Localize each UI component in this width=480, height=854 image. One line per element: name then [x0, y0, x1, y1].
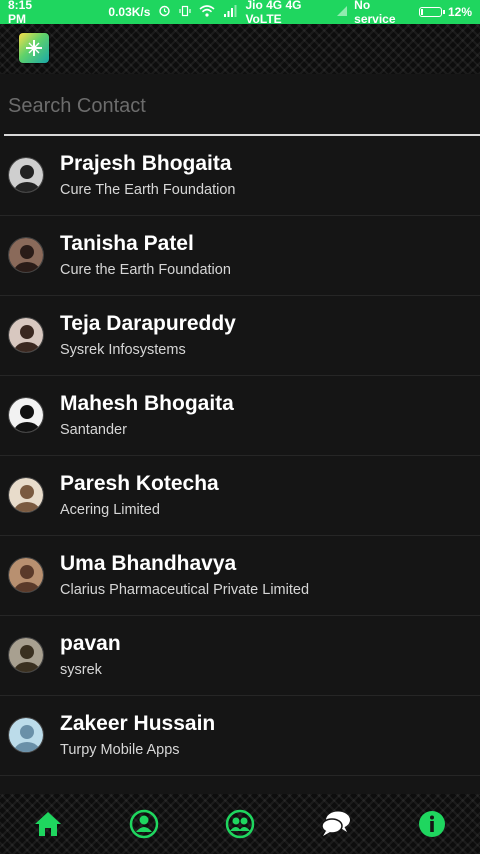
contact-company: Sysrek Infosystems — [60, 342, 186, 358]
contact-company: sysrek — [60, 662, 102, 678]
contact-name: Uma Bhandhavya — [60, 552, 237, 575]
contact-item[interactable]: Teja Darapureddy Sysrek Infosystems — [0, 296, 480, 376]
chat-icon — [321, 811, 350, 836]
contact-item[interactable]: Prajesh Bhogaita Cure The Earth Foundati… — [0, 136, 480, 216]
contact-icon — [129, 809, 159, 839]
avatar — [8, 477, 44, 513]
contact-name: Prajesh Bhogaita — [60, 152, 232, 175]
contact-name: Teja Darapureddy — [60, 312, 236, 335]
avatar — [8, 157, 44, 193]
avatar — [8, 717, 44, 753]
no-signal-icon — [336, 5, 348, 20]
contact-name: Tanisha Patel — [60, 232, 194, 255]
status-speed: 0.03K/s — [108, 5, 151, 19]
search-input[interactable] — [4, 86, 474, 126]
bottom-nav — [0, 794, 480, 854]
avatar — [8, 397, 44, 433]
nav-home[interactable] — [0, 794, 96, 854]
alarm-icon — [158, 4, 171, 20]
contact-item[interactable]: Uma Bhandhavya Clarius Pharmaceutical Pr… — [0, 536, 480, 616]
contact-company: Cure the Earth Foundation — [60, 262, 231, 278]
status-bar: 8:15 PM 0.03K/s Jio 4G 4G VoLTE No servi… — [0, 0, 480, 26]
contact-list: Prajesh Bhogaita Cure The Earth Foundati… — [0, 136, 480, 794]
search-bar — [0, 74, 480, 136]
nav-info[interactable] — [384, 794, 480, 854]
contact-company: Turpy Mobile Apps — [60, 742, 180, 758]
nav-contacts[interactable] — [96, 794, 192, 854]
status-battery: 12% — [447, 5, 472, 19]
avatar — [8, 237, 44, 273]
app-logo-icon[interactable] — [19, 33, 49, 63]
avatar — [8, 557, 44, 593]
status-service: No service — [354, 0, 396, 26]
signal-icon — [223, 4, 237, 20]
app-root: 8:15 PM 0.03K/s Jio 4G 4G VoLTE No servi… — [0, 0, 480, 854]
contact-item[interactable]: Tanisha Patel Cure the Earth Foundation — [0, 216, 480, 296]
contact-item[interactable]: Paresh Kotecha Acering Limited — [0, 456, 480, 536]
battery-icon — [418, 7, 446, 17]
app-bar — [0, 24, 480, 74]
groups-icon — [225, 809, 255, 839]
contact-company: Santander — [60, 422, 127, 438]
status-network: Jio 4G 4G VoLTE — [245, 0, 302, 26]
contact-company: Clarius Pharmaceutical Private Limited — [60, 582, 310, 598]
info-icon — [419, 811, 445, 837]
contact-name: Paresh Kotecha — [60, 472, 219, 495]
avatar — [8, 317, 44, 353]
contact-item[interactable]: Mahesh Bhogaita Santander — [0, 376, 480, 456]
vibrate-icon — [179, 5, 191, 20]
contact-item[interactable]: Zakeer Hussain Turpy Mobile Apps — [0, 696, 480, 776]
avatar — [8, 637, 44, 673]
contact-name: Zakeer Hussain — [60, 712, 216, 735]
contact-name: pavan — [60, 632, 121, 655]
contact-name: Mahesh Bhogaita — [60, 392, 234, 415]
contact-company: Cure The Earth Foundation — [60, 182, 236, 198]
contact-item[interactable]: pavan sysrek — [0, 616, 480, 696]
wifi-icon — [199, 4, 215, 20]
home-icon — [35, 812, 61, 836]
contact-company: Acering Limited — [60, 502, 160, 518]
status-time: 8:15 PM — [8, 0, 33, 26]
nav-groups[interactable] — [192, 794, 288, 854]
nav-chat[interactable] — [288, 794, 384, 854]
